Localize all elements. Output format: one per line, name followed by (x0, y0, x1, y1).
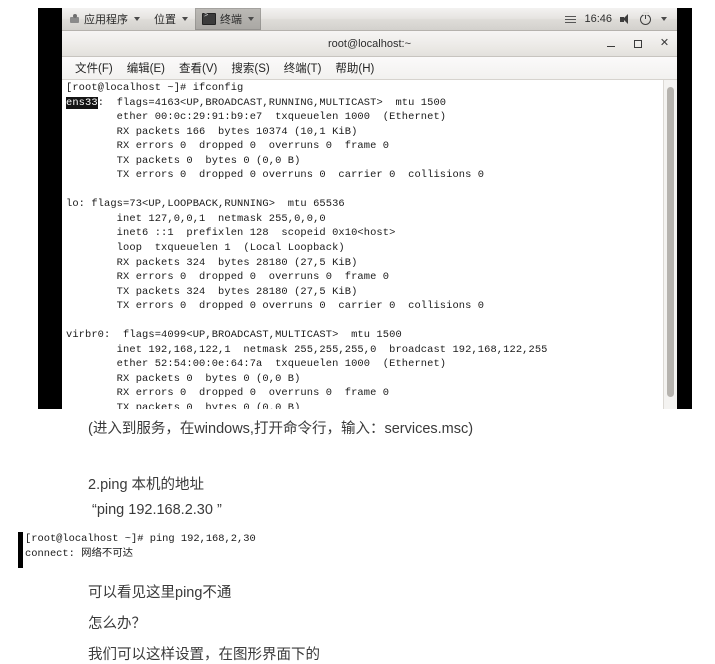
capture-left-band (18, 532, 23, 568)
note-services-line: (进入到服务，在windows,打开命令行，输入：services.msc) (88, 421, 474, 437)
ping-screenshot: [root@localhost ~]# ping 192,168,2,30 co… (18, 532, 438, 568)
chevron-down-icon (248, 17, 254, 21)
menu-lines-icon[interactable] (565, 15, 577, 23)
panel-status-area: 16:46 (565, 11, 677, 25)
result-line-1: 可以看见这里ping不通 (88, 585, 232, 601)
window-controls: ✕ (604, 31, 671, 56)
power-icon[interactable] (640, 11, 651, 25)
terminal-icon (202, 12, 216, 25)
minimize-button[interactable] (604, 37, 617, 50)
close-button[interactable]: ✕ (658, 37, 671, 50)
applications-label: 应用程序 (84, 14, 128, 26)
ping-output-text: [root@localhost ~]# ping 192,168,2,30 co… (25, 532, 256, 562)
ping-error-line: connect: 网络不可达 (25, 548, 134, 560)
result-line-2: 怎么办？ (88, 616, 146, 632)
chevron-down-icon (182, 17, 188, 21)
terminal-task-label: 终端 (220, 14, 242, 26)
terminal-scrollbar-thumb[interactable] (667, 87, 674, 397)
terminal-screenshot: 应用程序 位置 终端 16:46 (38, 8, 692, 409)
places-label: 位置 (154, 14, 176, 26)
window-title: root@localhost:~ (327, 37, 411, 50)
menu-terminal[interactable]: 终端(T) (277, 60, 329, 76)
terminal-text: [root@localhost ~]# ifconfig ens33: flag… (66, 81, 661, 409)
panel-clock[interactable]: 16:46 (584, 13, 612, 25)
selected-interface-name: ens33 (66, 96, 98, 109)
chevron-down-icon[interactable] (661, 17, 667, 21)
taskbar-item-terminal[interactable]: 终端 (195, 8, 261, 30)
step2-command: “ping 192.168.2.30 ” (92, 502, 222, 518)
volume-icon[interactable] (620, 13, 632, 25)
interface-flags-line: : flags=4163<UP,BROADCAST,RUNNING,MULTIC… (97, 96, 447, 109)
terminal-titlebar[interactable]: root@localhost:~ ✕ (62, 31, 677, 57)
terminal-window: root@localhost:~ ✕ 文件(F) 编辑(E) 查看(V) 搜索(… (62, 31, 677, 409)
terminal-output-body: ether 00:0c:29:91:b9:e7 txqueuelen 1000 … (66, 111, 548, 409)
maximize-button[interactable] (631, 37, 644, 50)
terminal-output-area[interactable]: [root@localhost ~]# ifconfig ens33: flag… (62, 80, 677, 409)
menu-edit[interactable]: 编辑(E) (120, 60, 172, 76)
ping-command-line: [root@localhost ~]# ping 192,168,2,30 (25, 533, 256, 545)
terminal-scrollbar[interactable] (663, 80, 677, 409)
terminal-prompt-line: [root@localhost ~]# ifconfig (66, 82, 244, 94)
panel-menu-applications[interactable]: 应用程序 (62, 8, 147, 30)
terminal-menubar: 文件(F) 编辑(E) 查看(V) 搜索(S) 终端(T) 帮助(H) (62, 57, 677, 80)
menu-help[interactable]: 帮助(H) (328, 60, 381, 76)
step2-title: 2.ping 本机的地址 (88, 477, 205, 493)
captured-desktop: 应用程序 位置 终端 16:46 (62, 8, 677, 409)
menu-view[interactable]: 查看(V) (172, 60, 224, 76)
gnome-top-panel: 应用程序 位置 终端 16:46 (62, 8, 677, 31)
result-line-3: 我们可以这样设置，在图形界面下的 (88, 647, 320, 663)
panel-menu-places[interactable]: 位置 (147, 8, 195, 30)
menu-search[interactable]: 搜索(S) (224, 60, 276, 76)
menu-file[interactable]: 文件(F) (68, 60, 120, 76)
chevron-down-icon (134, 17, 140, 21)
applications-icon (69, 13, 80, 25)
